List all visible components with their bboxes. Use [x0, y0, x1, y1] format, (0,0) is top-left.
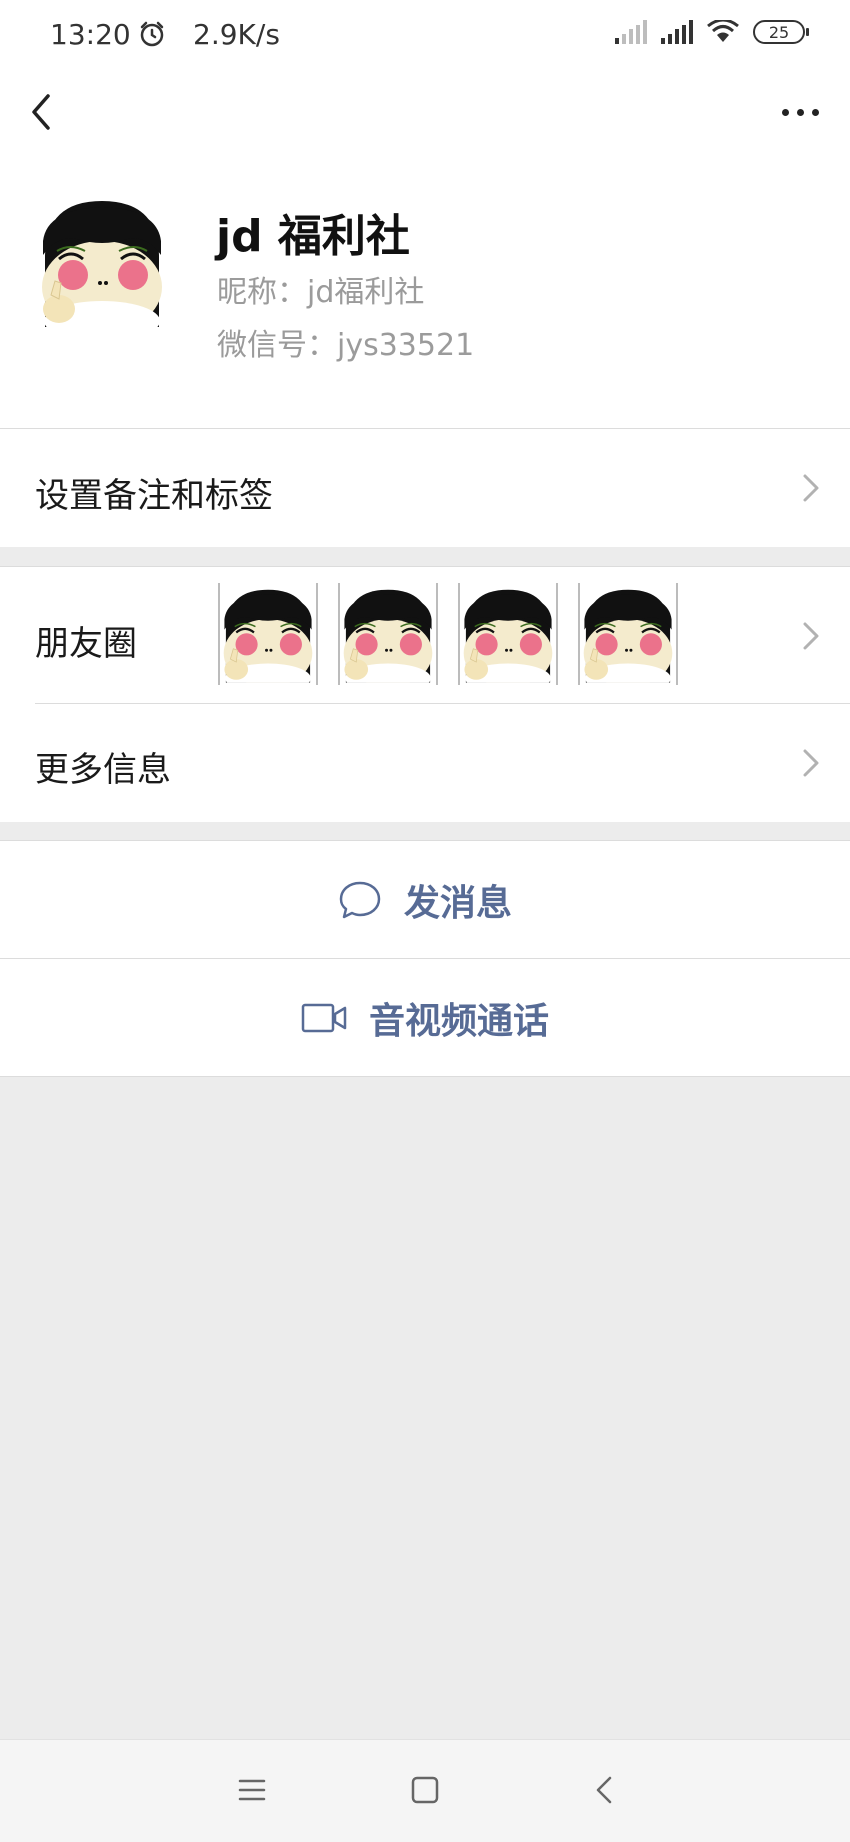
chevron-right-icon [803, 622, 819, 650]
video-call-label: 音视频通话 [368, 1000, 549, 1042]
moments-section: 朋友圈 更多信息 [0, 566, 850, 822]
network-speed: 2.9K/s [193, 18, 280, 51]
back-nav-icon[interactable] [585, 1770, 625, 1810]
home-icon[interactable] [405, 1770, 445, 1810]
chevron-right-icon [803, 749, 819, 777]
send-message-button[interactable]: 发消息 [0, 840, 850, 958]
wifi-icon [707, 20, 739, 42]
more-dot [811, 108, 819, 116]
status-time: 13:20 [50, 18, 131, 51]
signal-weak-icon [615, 20, 647, 44]
remark-tags-row[interactable]: 设置备注和标签 [0, 429, 850, 546]
menu-icon[interactable] [232, 1770, 272, 1810]
remark-tags-label: 设置备注和标签 [35, 476, 273, 516]
display-name: jd 福利社 [216, 211, 410, 262]
remark-section: 设置备注和标签 [0, 428, 850, 547]
signal-strong-icon [661, 20, 693, 44]
moments-thumbnail [578, 583, 678, 685]
more-dot [796, 108, 804, 116]
more-info-row[interactable]: 更多信息 [0, 704, 850, 822]
moments-thumbnail [218, 583, 318, 685]
back-icon[interactable] [22, 88, 62, 136]
moments-thumbnails [218, 583, 678, 685]
status-bar: 13:20 2.9K/s 25 [0, 0, 850, 70]
system-nav-bar [0, 1739, 850, 1842]
moments-thumbnail [458, 583, 558, 685]
alarm-icon [140, 21, 164, 47]
battery-icon: 25 [753, 20, 809, 44]
more-icon[interactable] [772, 90, 828, 134]
video-camera-icon [301, 1003, 347, 1032]
profile-header: jd 福利社 昵称：jd福利社 微信号：jys33521 [0, 155, 850, 428]
battery-level: 25 [768, 22, 790, 42]
moments-thumbnail [338, 583, 438, 685]
avatar[interactable] [37, 195, 167, 327]
moments-row[interactable]: 朋友圈 [0, 567, 850, 704]
moments-label: 朋友圈 [35, 624, 137, 664]
send-message-label: 发消息 [403, 882, 512, 924]
chat-bubble-icon [339, 881, 381, 918]
more-dot [781, 108, 789, 116]
nickname: 昵称：jd福利社 [217, 275, 425, 310]
wechat-id: 微信号：jys33521 [217, 328, 475, 363]
chevron-right-icon [803, 474, 819, 502]
more-info-label: 更多信息 [35, 750, 171, 790]
nav-bar [0, 70, 850, 155]
video-call-button[interactable]: 音视频通话 [0, 958, 850, 1077]
